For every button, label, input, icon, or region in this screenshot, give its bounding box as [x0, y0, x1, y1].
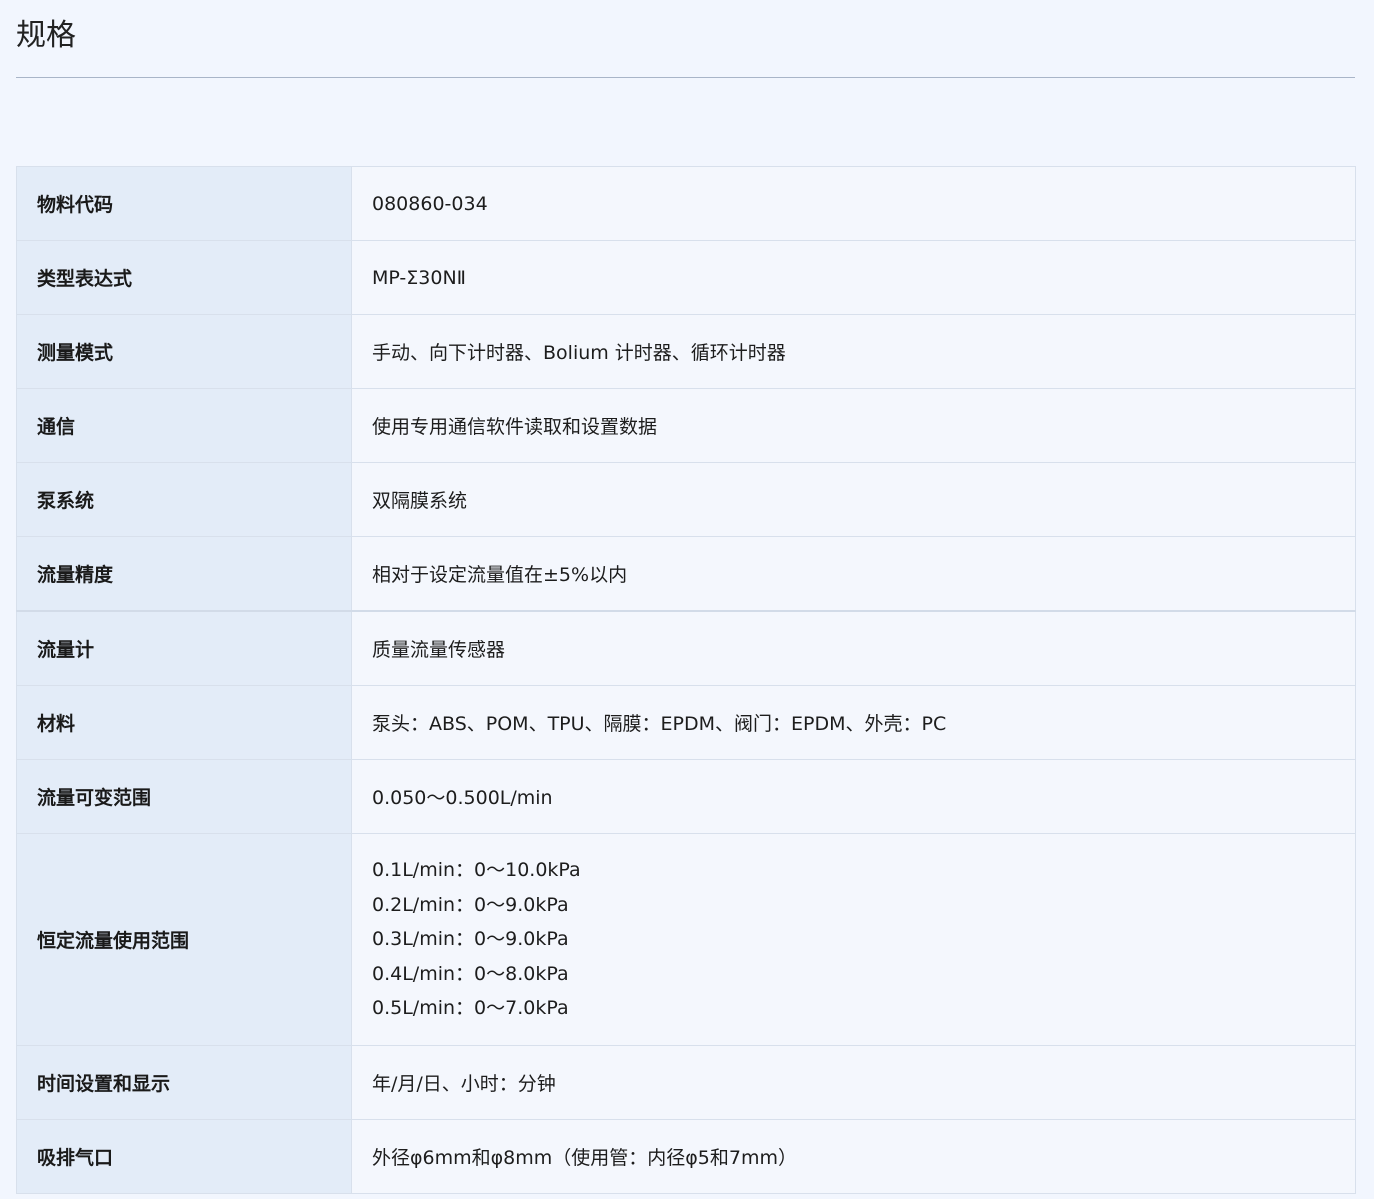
spec-value: 0.050～0.500L/min	[351, 759, 1356, 834]
spec-value: 080860-034	[351, 166, 1356, 241]
spec-row-pump-system: 泵系统 双隔膜系统	[16, 462, 1356, 537]
spec-label: 吸排气口	[16, 1119, 352, 1194]
spec-label: 时间设置和显示	[16, 1045, 352, 1120]
spec-value: MP-Σ30NⅡ	[351, 240, 1356, 315]
spec-label: 通信	[16, 388, 352, 463]
spec-row-inlet-outlet: 吸排气口 外径φ6mm和φ8mm（使用管：内径φ5和7mm）	[16, 1119, 1356, 1194]
spec-row-communication: 通信 使用专用通信软件读取和设置数据	[16, 388, 1356, 463]
spec-row-constant-flow-range: 恒定流量使用范围 0.1L/min：0～10.0kPa 0.2L/min：0～9…	[16, 833, 1356, 1046]
spec-table: 物料代码 080860-034 类型表达式 MP-Σ30NⅡ 测量模式 手动、向…	[16, 166, 1356, 1194]
spec-row-type: 类型表达式 MP-Σ30NⅡ	[16, 240, 1356, 315]
spec-label: 材料	[16, 685, 352, 760]
spec-row-flow-range: 流量可变范围 0.050～0.500L/min	[16, 759, 1356, 834]
spec-value: 质量流量传感器	[351, 610, 1356, 686]
spec-row-time-setting: 时间设置和显示 年/月/日、小时：分钟	[16, 1045, 1356, 1120]
spec-label: 流量精度	[16, 536, 352, 612]
spec-value-line: 0.2L/min：0～9.0kPa	[372, 893, 569, 916]
spec-row-materials: 材料 泵头：ABS、POM、TPU、隔膜：EPDM、阀门：EPDM、外壳：PC	[16, 685, 1356, 760]
spec-label: 物料代码	[16, 166, 352, 241]
page-title: 规格	[16, 18, 76, 53]
spec-value-multiline: 0.1L/min：0～10.0kPa 0.2L/min：0～9.0kPa 0.3…	[351, 833, 1356, 1046]
title-divider	[16, 77, 1355, 78]
spec-table-container: 物料代码 080860-034 类型表达式 MP-Σ30NⅡ 测量模式 手动、向…	[16, 166, 1356, 1194]
spec-value: 相对于设定流量值在±5%以内	[351, 536, 1356, 612]
page: 规格 物料代码 080860-034 类型表达式 MP-Σ30NⅡ 测量模式 手…	[0, 0, 1374, 1199]
spec-row-flow-accuracy: 流量精度 相对于设定流量值在±5%以内	[16, 536, 1356, 612]
spec-value: 手动、向下计时器、Bolium 计时器、循环计时器	[351, 314, 1356, 389]
spec-label: 类型表达式	[16, 240, 352, 315]
spec-row-measure-mode: 测量模式 手动、向下计时器、Bolium 计时器、循环计时器	[16, 314, 1356, 389]
spec-label: 流量计	[16, 610, 352, 686]
spec-value-line: 0.1L/min：0～10.0kPa	[372, 859, 581, 882]
spec-row-flow-meter: 流量计 质量流量传感器	[16, 610, 1356, 686]
spec-value: 使用专用通信软件读取和设置数据	[351, 388, 1356, 463]
spec-value-line: 0.3L/min：0～9.0kPa	[372, 928, 569, 951]
spec-label: 测量模式	[16, 314, 352, 389]
spec-label: 流量可变范围	[16, 759, 352, 834]
spec-value: 外径φ6mm和φ8mm（使用管：内径φ5和7mm）	[351, 1119, 1356, 1194]
spec-label: 泵系统	[16, 462, 352, 537]
spec-value: 年/月/日、小时：分钟	[351, 1045, 1356, 1120]
spec-value-line: 0.5L/min：0～7.0kPa	[372, 997, 569, 1020]
spec-value-line: 0.4L/min：0～8.0kPa	[372, 962, 569, 985]
spec-value: 双隔膜系统	[351, 462, 1356, 537]
spec-label: 恒定流量使用范围	[16, 833, 352, 1046]
spec-value: 泵头：ABS、POM、TPU、隔膜：EPDM、阀门：EPDM、外壳：PC	[351, 685, 1356, 760]
spec-row-material-code: 物料代码 080860-034	[16, 166, 1356, 241]
